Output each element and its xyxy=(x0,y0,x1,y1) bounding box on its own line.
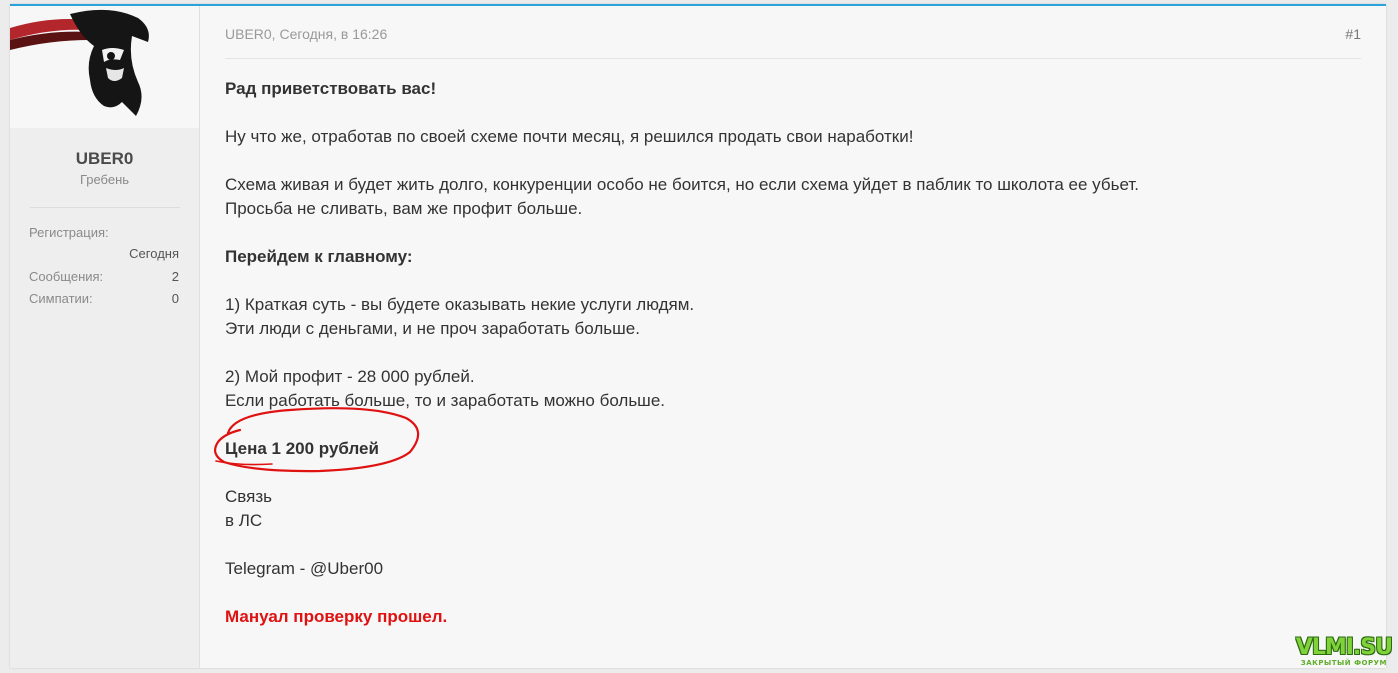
watermark: VLMI.SU ЗАКРЫТЫЙ ФОРУМ xyxy=(1295,635,1393,668)
post-price: Цена 1 200 рублей xyxy=(225,439,379,458)
post-line: Связь xyxy=(225,487,272,506)
post-line: Просьба не сливать, вам же профит больше… xyxy=(225,199,583,218)
post-meta-divider xyxy=(225,58,1361,59)
post-paragraph: Связь в ЛС xyxy=(225,485,1325,533)
avatar[interactable] xyxy=(10,6,199,128)
post-line: 1) Краткая суть - вы будете оказывать не… xyxy=(225,295,695,314)
stat-label-messages: Сообщения: xyxy=(29,269,104,284)
post-paragraph: 2) Мой профит - 28 000 рублей. Если работ… xyxy=(225,365,1325,413)
post-number[interactable]: #1 xyxy=(1345,26,1361,42)
post-meta[interactable]: UBER0, Сегодня, в 16:26 xyxy=(225,26,387,42)
post-greeting: Рад приветствовать вас! xyxy=(225,79,437,98)
post-main: UBER0, Сегодня, в 16:26 #1 Рад приветств… xyxy=(200,6,1386,668)
stat-value-messages[interactable]: 2 xyxy=(172,269,179,284)
post-line: Если работать больше, то и заработать мо… xyxy=(225,391,665,410)
post-manual-checked: Мануал проверку прошел. xyxy=(225,607,448,626)
post-line: в ЛС xyxy=(225,511,263,530)
forum-post: UBER0 Гребень Регистрация: Сегодня Сообщ… xyxy=(10,4,1386,668)
sidebar-divider xyxy=(30,207,180,208)
pirate-avatar-icon xyxy=(10,6,199,128)
post-content: Рад приветствовать вас! Ну что же, отраб… xyxy=(225,77,1325,653)
post-paragraph: 1) Краткая суть - вы будете оказывать не… xyxy=(225,293,1325,341)
watermark-logo: VLMI.SU xyxy=(1295,635,1393,660)
user-title: Гребень xyxy=(79,172,130,187)
post-line: Эти люди с деньгами, и не проч заработат… xyxy=(225,319,640,338)
watermark-subtitle: ЗАКРЫТЫЙ ФОРУМ xyxy=(1300,659,1387,667)
username[interactable]: UBER0 xyxy=(10,149,199,169)
stat-label-likes: Симпатии: xyxy=(29,291,93,306)
stat-value-likes: 0 xyxy=(171,291,179,306)
stat-label-registration: Регистрация: xyxy=(29,225,109,240)
post-telegram: Telegram - @Uber00 xyxy=(225,559,384,578)
post-line: 2) Мой профит - 28 000 рублей. xyxy=(225,367,475,386)
user-sidebar: UBER0 Гребень Регистрация: Сегодня Сообщ… xyxy=(10,6,200,668)
post-line: Схема живая и будет жить долго, конкурен… xyxy=(225,175,1139,194)
post-section-header: Перейдем к главному: xyxy=(225,247,413,266)
post-paragraph: Схема живая и будет жить долго, конкурен… xyxy=(225,173,1325,221)
stat-value-registration: Сегодня xyxy=(129,246,179,261)
post-paragraph: Ну что же, отработав по своей схеме почт… xyxy=(225,127,914,146)
